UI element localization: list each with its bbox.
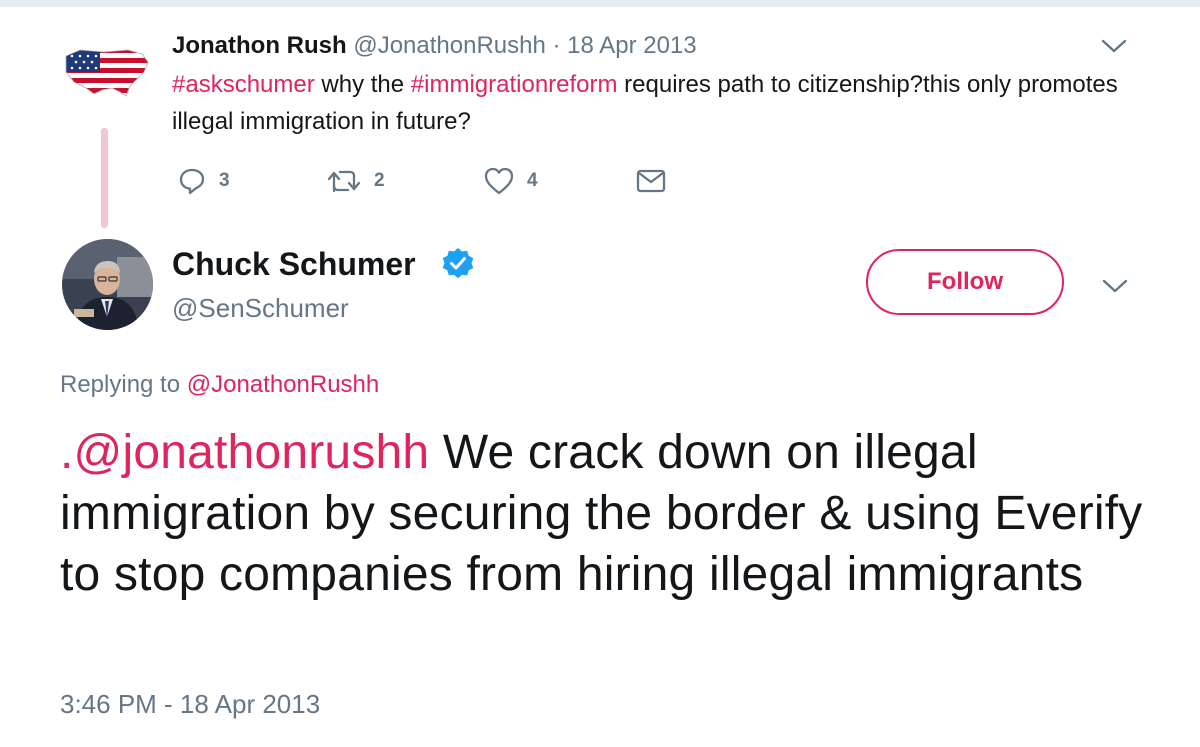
reply-icon: [179, 168, 205, 195]
mention-link[interactable]: .@jonathonrushh: [60, 426, 429, 479]
retweet-icon: [327, 170, 361, 193]
chevron-down-icon[interactable]: [1101, 38, 1127, 54]
verified-badge-icon: [442, 248, 474, 279]
retweet-count: 2: [374, 170, 385, 191]
us-flag-map-icon: [65, 49, 149, 97]
like-count: 4: [527, 170, 538, 191]
replying-to-label: Replying to: [60, 371, 181, 398]
tweet-text-segment: why the: [314, 71, 411, 98]
retweet-button[interactable]: 2: [326, 163, 385, 199]
parent-author-handle[interactable]: @JonathonRushh: [353, 32, 546, 59]
parent-tweet-date[interactable]: 18 Apr 2013: [567, 32, 696, 59]
tweet-timestamp[interactable]: 3:46 PM - 18 Apr 2013: [60, 687, 320, 721]
like-button[interactable]: 4: [483, 163, 538, 199]
meta-separator: ·: [552, 32, 561, 59]
follow-button[interactable]: Follow: [866, 249, 1064, 315]
parent-tweet-text: #askschumer why the #immigrationreform r…: [172, 66, 1132, 140]
avatar[interactable]: [60, 42, 152, 102]
author-name[interactable]: Chuck Schumer: [172, 245, 416, 283]
author-handle[interactable]: @SenSchumer: [172, 292, 349, 324]
thread-connector-line: [101, 128, 108, 228]
chevron-down-icon[interactable]: [1102, 278, 1128, 294]
heart-icon: [484, 167, 514, 195]
replying-to: Replying to @JonathonRushh: [60, 369, 379, 401]
parent-tweet-actions: 3 2 4: [172, 163, 692, 199]
avatar[interactable]: [62, 239, 153, 330]
replying-to-handle-link[interactable]: @JonathonRushh: [187, 371, 380, 398]
profile-photo: [62, 239, 153, 330]
reply-button[interactable]: 3: [177, 163, 230, 199]
hashtag-link[interactable]: #askschumer: [172, 71, 315, 98]
parent-tweet-header: Jonathon Rush @JonathonRushh · 18 Apr 20…: [172, 31, 697, 61]
top-divider: [0, 0, 1200, 7]
tweet-text: .@jonathonrushh We crack down on illegal…: [60, 422, 1150, 605]
reply-count: 3: [219, 170, 230, 191]
envelope-icon: [636, 169, 666, 193]
hashtag-link[interactable]: #immigrationreform: [411, 71, 618, 98]
direct-message-button[interactable]: [636, 163, 666, 199]
parent-author-name[interactable]: Jonathon Rush: [172, 32, 347, 59]
